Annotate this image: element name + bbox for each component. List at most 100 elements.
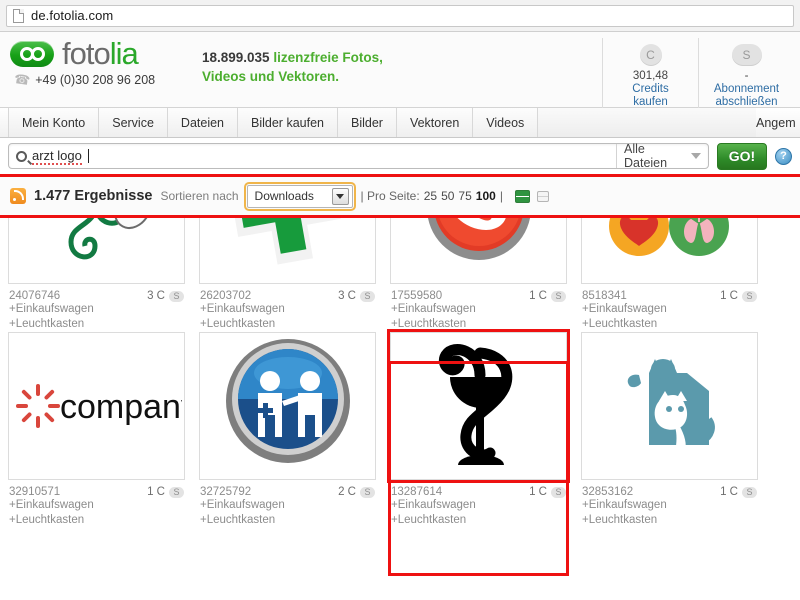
result-id: 32853162 — [582, 486, 634, 498]
result-meta-top: 8518341 1 C S — [582, 290, 757, 302]
rss-icon[interactable] — [10, 188, 26, 204]
document-icon — [13, 8, 24, 23]
add-to-cart-link[interactable]: +Einkaufswagen — [582, 498, 757, 513]
result-card[interactable]: 26203702 3 C S +Einkaufswagen +Leuchtkas… — [199, 218, 376, 332]
add-to-lightbox-link[interactable]: +Leuchtkasten — [200, 317, 375, 332]
nav-item-vektoren[interactable]: Vektoren — [396, 108, 474, 137]
main-navigation: Mein Konto Service Dateien Bilder kaufen… — [0, 108, 800, 138]
subscription-cell[interactable]: S - Abonnement abschließen — [698, 38, 794, 109]
result-price-group: 3 C S — [147, 290, 184, 302]
result-meta: 32910571 1 C S +Einkaufswagen +Leuchtkas… — [8, 480, 185, 528]
thumbnail[interactable] — [387, 329, 570, 483]
result-price: 2 C — [338, 486, 356, 498]
thumbnail[interactable] — [581, 332, 758, 480]
results-count: 1.477 Ergebnisse — [34, 188, 153, 204]
subscription-badge: S — [551, 290, 566, 302]
address-bar[interactable]: de.fotolia.com — [6, 4, 794, 27]
wordmark-green: lia — [109, 36, 139, 71]
result-price-group: 1 C S — [720, 486, 757, 498]
company-starburst-logo-thumb: company — [15, 384, 182, 428]
add-to-cart-link[interactable]: +Einkaufswagen — [200, 498, 375, 513]
help-icon[interactable]: ? — [775, 147, 792, 165]
result-id: 17559580 — [391, 290, 443, 302]
phone-icon: ☎ — [13, 70, 32, 89]
nav-item-mein-konto[interactable]: Mein Konto — [8, 108, 100, 137]
add-to-lightbox-link[interactable]: +Leuchtkasten — [582, 317, 757, 332]
result-card[interactable]: 32725792 2 C S +Einkaufswagen +Leuchtkas… — [199, 332, 376, 528]
result-price-group: 1 C S — [529, 486, 566, 498]
sort-select[interactable]: Downloads — [243, 181, 356, 211]
result-card[interactable]: 24076746 3 C S +Einkaufswagen +Leuchtkas… — [8, 218, 185, 332]
thumbnail[interactable] — [581, 218, 758, 284]
tagline-line1: lizenzfreie Fotos, — [269, 50, 383, 65]
chevron-down-icon — [331, 187, 349, 205]
result-meta-top: 17559580 1 C S — [391, 290, 566, 302]
add-to-cart-link[interactable]: +Einkaufswagen — [9, 302, 184, 317]
svg-text:company: company — [60, 388, 182, 426]
add-to-lightbox-link[interactable]: +Leuchtkasten — [200, 513, 375, 528]
thumbnail[interactable] — [390, 218, 567, 284]
add-to-cart-link[interactable]: +Einkaufswagen — [391, 302, 566, 317]
add-to-lightbox-link[interactable]: +Leuchtkasten — [9, 513, 184, 528]
result-card[interactable]: 17559580 1 C S +Einkaufswagen +Leuchtkas… — [390, 218, 567, 332]
result-id: 32725792 — [200, 486, 252, 498]
per-page-50[interactable]: 50 — [441, 189, 454, 203]
per-page-100[interactable]: 100 — [476, 189, 496, 203]
logo-link[interactable]: fotolia — [10, 38, 196, 69]
search-input[interactable]: arzt logo — [9, 144, 616, 168]
view-list-icon[interactable] — [514, 189, 530, 203]
per-page-75[interactable]: 75 — [458, 189, 471, 203]
add-to-lightbox-link[interactable]: +Leuchtkasten — [9, 317, 184, 332]
result-id: 32910571 — [9, 486, 61, 498]
tagline: 18.899.035 lizenzfreie Fotos, Videos und… — [196, 38, 602, 86]
result-id: 8518341 — [582, 290, 627, 302]
sort-label: Sortieren nach — [160, 189, 239, 203]
blue-doctor-patient-button-thumb — [225, 339, 350, 463]
file-type-select[interactable]: Alle Dateien — [616, 142, 708, 170]
result-card[interactable]: company 32910571 1 C S +Einkaufswagen +L… — [8, 332, 185, 528]
nav-item-bilder-kaufen[interactable]: Bilder kaufen — [238, 108, 338, 137]
add-to-lightbox-link[interactable]: +Leuchtkasten — [391, 317, 566, 332]
result-price-group: 1 C S — [529, 290, 566, 302]
teal-vet-animals-logo-thumb — [627, 359, 715, 451]
add-to-cart-link[interactable]: +Einkaufswagen — [391, 498, 566, 513]
add-to-cart-link[interactable]: +Einkaufswagen — [200, 302, 375, 317]
view-mode-group — [514, 189, 549, 203]
organ-icons-spheres-thumb — [608, 218, 729, 256]
add-to-cart-link[interactable]: +Einkaufswagen — [582, 302, 757, 317]
result-price-group: 3 C S — [338, 290, 375, 302]
subscription-badge: S — [360, 290, 375, 302]
search-submit-button[interactable]: GO! — [717, 142, 767, 170]
result-id: 26203702 — [200, 290, 252, 302]
nav-item-service[interactable]: Service — [99, 108, 168, 137]
subscription-badge: S — [169, 486, 184, 498]
nav-item-bilder[interactable]: Bilder — [337, 108, 397, 137]
result-card[interactable]: 8518341 1 C S +Einkaufswagen +Leuchtkast… — [581, 218, 758, 332]
subscription-badge: S — [169, 290, 184, 302]
nav-item-dateien[interactable]: Dateien — [167, 108, 239, 137]
red-emergency-phone-button-thumb — [427, 218, 530, 260]
results-grid-area: 24076746 3 C S +Einkaufswagen +Leuchtkas… — [0, 218, 800, 590]
result-price: 1 C — [720, 486, 738, 498]
thumbnail[interactable]: company — [8, 332, 185, 480]
add-to-cart-link[interactable]: +Einkaufswagen — [9, 498, 184, 513]
per-page-25[interactable]: 25 — [424, 189, 437, 203]
subscription-link-line1[interactable]: Abonnement — [701, 83, 792, 96]
thumbnail[interactable] — [199, 332, 376, 480]
thumbnail[interactable] — [8, 218, 185, 284]
result-meta: 8518341 1 C S +Einkaufswagen +Leuchtkast… — [581, 284, 758, 332]
result-card-selected[interactable]: 13287614 1 C S +Einkaufswagen +Leuchtkas… — [387, 329, 570, 528]
result-price-group: 2 C S — [338, 486, 375, 498]
nav-item-videos[interactable]: Videos — [473, 108, 539, 137]
subscription-badge-icon: S — [731, 44, 762, 66]
credits-buy-link-line1[interactable]: Credits — [605, 83, 696, 96]
credits-cell[interactable]: C 301,48 Credits kaufen — [602, 38, 698, 109]
view-grid-icon[interactable] — [536, 190, 549, 202]
wordmark-dark: foto — [62, 36, 111, 71]
add-to-lightbox-link[interactable]: +Leuchtkasten — [391, 513, 566, 528]
thumbnail[interactable] — [199, 218, 376, 284]
add-to-lightbox-link[interactable]: +Leuchtkasten — [582, 513, 757, 528]
fotolia-logo-icon — [10, 40, 54, 67]
nav-account-status[interactable]: Angem — [756, 108, 800, 137]
result-card[interactable]: 32853162 1 C S +Einkaufswagen +Leuchtkas… — [581, 332, 758, 528]
